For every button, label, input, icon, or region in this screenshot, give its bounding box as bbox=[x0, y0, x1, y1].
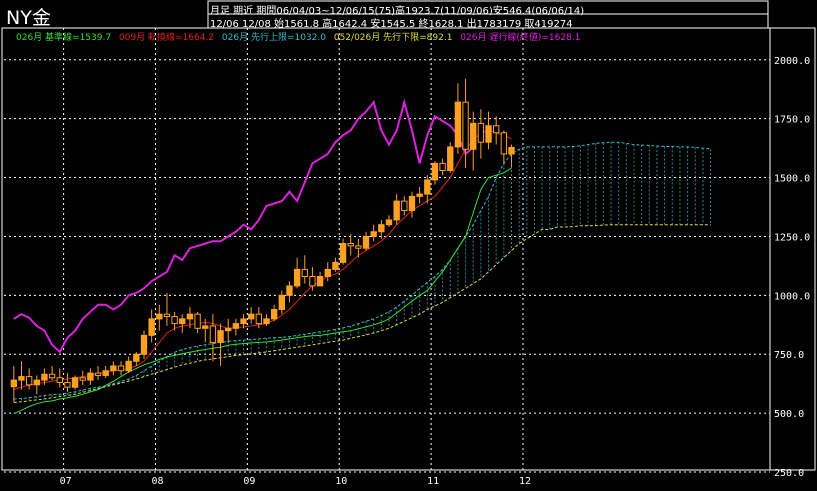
candle-body bbox=[102, 370, 109, 376]
span-a-line bbox=[13, 141, 711, 400]
chart-canvas: 2000.0 1750.0 1500.0 1250.0 1000.0 750.0 500.0… bbox=[1, 0, 816, 487]
candle-body bbox=[140, 334, 148, 355]
candle-body bbox=[156, 313, 163, 320]
y-tick-label: 1750.0 bbox=[774, 115, 810, 126]
candle-body bbox=[439, 162, 446, 171]
candle-body bbox=[79, 377, 86, 381]
candle-body bbox=[94, 372, 102, 376]
y-tick-label: 1000.0 bbox=[774, 291, 810, 302]
candle-body bbox=[485, 125, 492, 143]
candle-body bbox=[286, 285, 293, 296]
candle-body bbox=[209, 325, 217, 343]
candle-body bbox=[110, 365, 117, 372]
x-tick-label: 08 bbox=[151, 476, 163, 487]
candle-body bbox=[347, 243, 354, 247]
candle-body bbox=[148, 318, 155, 336]
y-tick-label: 1250.0 bbox=[774, 232, 810, 243]
candle-body bbox=[202, 325, 209, 329]
candle-body bbox=[362, 235, 370, 249]
candle-body bbox=[355, 245, 362, 249]
y-tick-label: 1500.0 bbox=[774, 174, 810, 185]
candle-body bbox=[255, 313, 263, 325]
candle-body bbox=[339, 243, 347, 263]
span-b-line bbox=[13, 224, 711, 403]
candle-body bbox=[493, 125, 500, 134]
y-tick-label: 2000.0 bbox=[774, 56, 810, 67]
candle-body bbox=[25, 376, 33, 386]
candle-body bbox=[477, 122, 485, 143]
candle-body bbox=[508, 146, 515, 155]
candle-body bbox=[33, 379, 40, 386]
candle-body bbox=[470, 122, 477, 150]
candle-body bbox=[56, 377, 63, 383]
candle-body bbox=[48, 373, 56, 379]
candle-body bbox=[431, 162, 439, 181]
candle-body bbox=[186, 313, 194, 320]
x-tick-label: 09 bbox=[243, 476, 255, 487]
candle-body bbox=[301, 268, 308, 277]
candle-body bbox=[316, 275, 324, 287]
candle-body bbox=[293, 268, 301, 287]
y-tick-label: 500.0 bbox=[774, 409, 804, 420]
candle-body bbox=[171, 316, 178, 325]
candle-body bbox=[270, 308, 278, 320]
candle-body bbox=[248, 313, 255, 320]
candle-body bbox=[447, 146, 454, 171]
candle-body bbox=[278, 294, 285, 310]
plot-frame bbox=[1, 27, 771, 471]
candle-body bbox=[263, 318, 270, 325]
candle-body bbox=[424, 179, 431, 195]
candle-body bbox=[454, 101, 462, 148]
x-tick-label: 10 bbox=[335, 476, 347, 487]
candle-body bbox=[87, 372, 94, 381]
candle-body bbox=[385, 219, 393, 226]
candle-body bbox=[179, 318, 186, 325]
candle-body bbox=[408, 195, 416, 212]
x-tick-label: 07 bbox=[60, 476, 72, 487]
candle-body bbox=[324, 268, 331, 277]
y-tick-label: 750.0 bbox=[774, 350, 804, 361]
candle-body bbox=[125, 360, 132, 372]
candle-body bbox=[401, 200, 408, 212]
candle-body bbox=[332, 261, 339, 270]
candle-body bbox=[71, 377, 79, 388]
y-tick-label: 250.0 bbox=[774, 468, 804, 479]
candle-body bbox=[232, 323, 240, 329]
candle-body bbox=[64, 381, 71, 388]
x-tick-label: 11 bbox=[427, 476, 439, 487]
candle-body bbox=[225, 327, 232, 332]
candle-body bbox=[462, 101, 469, 150]
candle-body bbox=[18, 376, 25, 381]
candle-body bbox=[370, 231, 377, 237]
x-tick-label: 12 bbox=[519, 476, 531, 487]
candle-body bbox=[378, 224, 385, 233]
candle-body bbox=[217, 330, 224, 343]
candle-body bbox=[163, 313, 171, 318]
candle-body bbox=[133, 353, 140, 362]
candle-body bbox=[10, 379, 18, 388]
candle-body bbox=[240, 318, 247, 325]
candle-body bbox=[393, 200, 400, 221]
candle-body bbox=[117, 365, 125, 372]
candle-body bbox=[41, 373, 48, 381]
candle-body bbox=[194, 313, 201, 329]
candle-body bbox=[309, 275, 316, 287]
candle-body bbox=[416, 193, 423, 197]
candle-body bbox=[500, 132, 508, 155]
y-axis-frame bbox=[769, 27, 816, 471]
